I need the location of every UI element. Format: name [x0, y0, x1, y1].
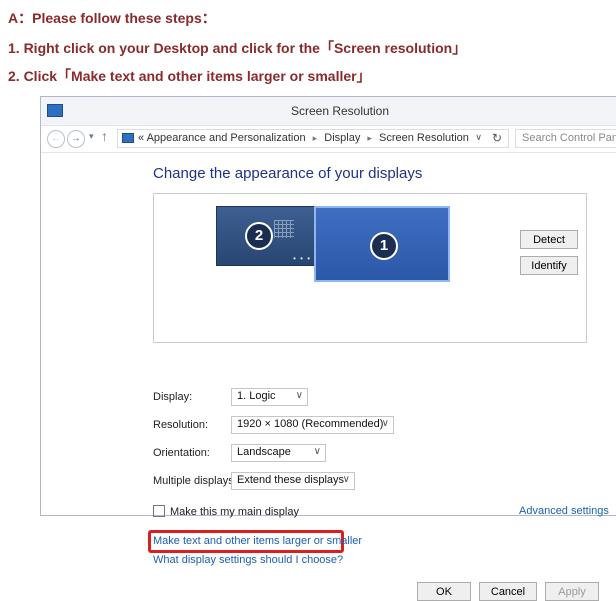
screen-resolution-window: Screen Resolution ← → ▾ ↑ « Appearance a…	[40, 96, 616, 601]
orientation-value: Landscape	[237, 446, 291, 458]
page-title: Change the appearance of your displays	[153, 165, 423, 182]
breadcrumb-separator-icon: ▸	[312, 133, 318, 143]
breadcrumb-separator-icon: ▸	[367, 133, 372, 143]
chevron-down-icon[interactable]: ∨	[475, 132, 482, 143]
grid-icon	[274, 220, 294, 238]
checkbox-box[interactable]	[153, 505, 165, 517]
orientation-select[interactable]: Landscape ∨	[231, 444, 326, 462]
breadcrumb[interactable]: « Appearance and Personalization ▸ Displ…	[117, 129, 509, 148]
monitor-1[interactable]: 1	[314, 206, 450, 282]
breadcrumb-item[interactable]: Display	[324, 132, 360, 144]
chevron-down-icon: ∨	[313, 446, 321, 457]
monitor-number-badge: 1	[370, 232, 398, 260]
apply-button[interactable]: Apply	[545, 582, 599, 601]
monitor-2[interactable]: 2 • • •	[216, 206, 316, 266]
instruction-step-2: 2. Click「Make text and other items large…	[8, 68, 371, 84]
chevron-down-icon: ∨	[342, 474, 350, 485]
multiple-displays-label: Multiple displays:	[153, 475, 237, 487]
advanced-settings-link[interactable]: Advanced settings	[519, 505, 609, 517]
resolution-select[interactable]: 1920 × 1080 (Recommended) ∨	[231, 416, 394, 434]
display-select[interactable]: 1. Logic ∨	[231, 388, 308, 406]
window-title: Screen Resolution	[290, 104, 390, 118]
instruction-heading: A：Please follow these steps：	[8, 10, 216, 26]
search-input[interactable]: Search Control Panel	[515, 129, 616, 148]
forward-arrow-icon[interactable]: →	[67, 130, 85, 148]
refresh-icon[interactable]: ↻	[492, 131, 502, 145]
monitor-arrangement: 2 • • • 1 Detect Identify	[153, 193, 587, 343]
identify-button[interactable]: Identify	[520, 256, 578, 275]
display-value: 1. Logic	[237, 390, 276, 402]
text-size-link[interactable]: Make text and other items larger or smal…	[153, 535, 362, 547]
more-dots-icon: • • •	[293, 254, 311, 263]
main-display-checkbox[interactable]: Make this my main display	[153, 505, 299, 518]
resolution-label: Resolution:	[153, 419, 209, 431]
chevron-down-icon: ∨	[381, 418, 389, 429]
detect-button[interactable]: Detect	[520, 230, 578, 249]
ok-button[interactable]: OK	[417, 582, 471, 601]
breadcrumb-overflow[interactable]: «	[138, 132, 144, 144]
orientation-label: Orientation:	[153, 447, 210, 459]
back-arrow-icon[interactable]: ←	[47, 130, 65, 148]
resolution-value: 1920 × 1080 (Recommended)	[237, 418, 384, 430]
monitor-number-badge: 2	[245, 222, 273, 250]
up-arrow-icon[interactable]: ↑	[101, 128, 108, 144]
instruction-step-1: 1. Right click on your Desktop and click…	[8, 40, 467, 56]
cancel-button[interactable]: Cancel	[479, 582, 537, 601]
which-settings-link[interactable]: What display settings should I choose?	[153, 554, 343, 566]
multiple-displays-value: Extend these displays	[237, 474, 345, 486]
display-label: Display:	[153, 391, 193, 403]
multiple-displays-select[interactable]: Extend these displays ∨	[231, 472, 355, 490]
recent-locations-icon[interactable]: ▾	[89, 131, 94, 142]
chevron-down-icon: ∨	[295, 390, 303, 401]
control-panel-icon	[122, 133, 134, 143]
breadcrumb-item[interactable]: Appearance and Personalization	[147, 132, 306, 144]
address-bar: ← → ▾ ↑ « Appearance and Personalization…	[41, 126, 616, 153]
title-bar: Screen Resolution	[41, 97, 616, 126]
breadcrumb-item[interactable]: Screen Resolution	[379, 132, 469, 144]
